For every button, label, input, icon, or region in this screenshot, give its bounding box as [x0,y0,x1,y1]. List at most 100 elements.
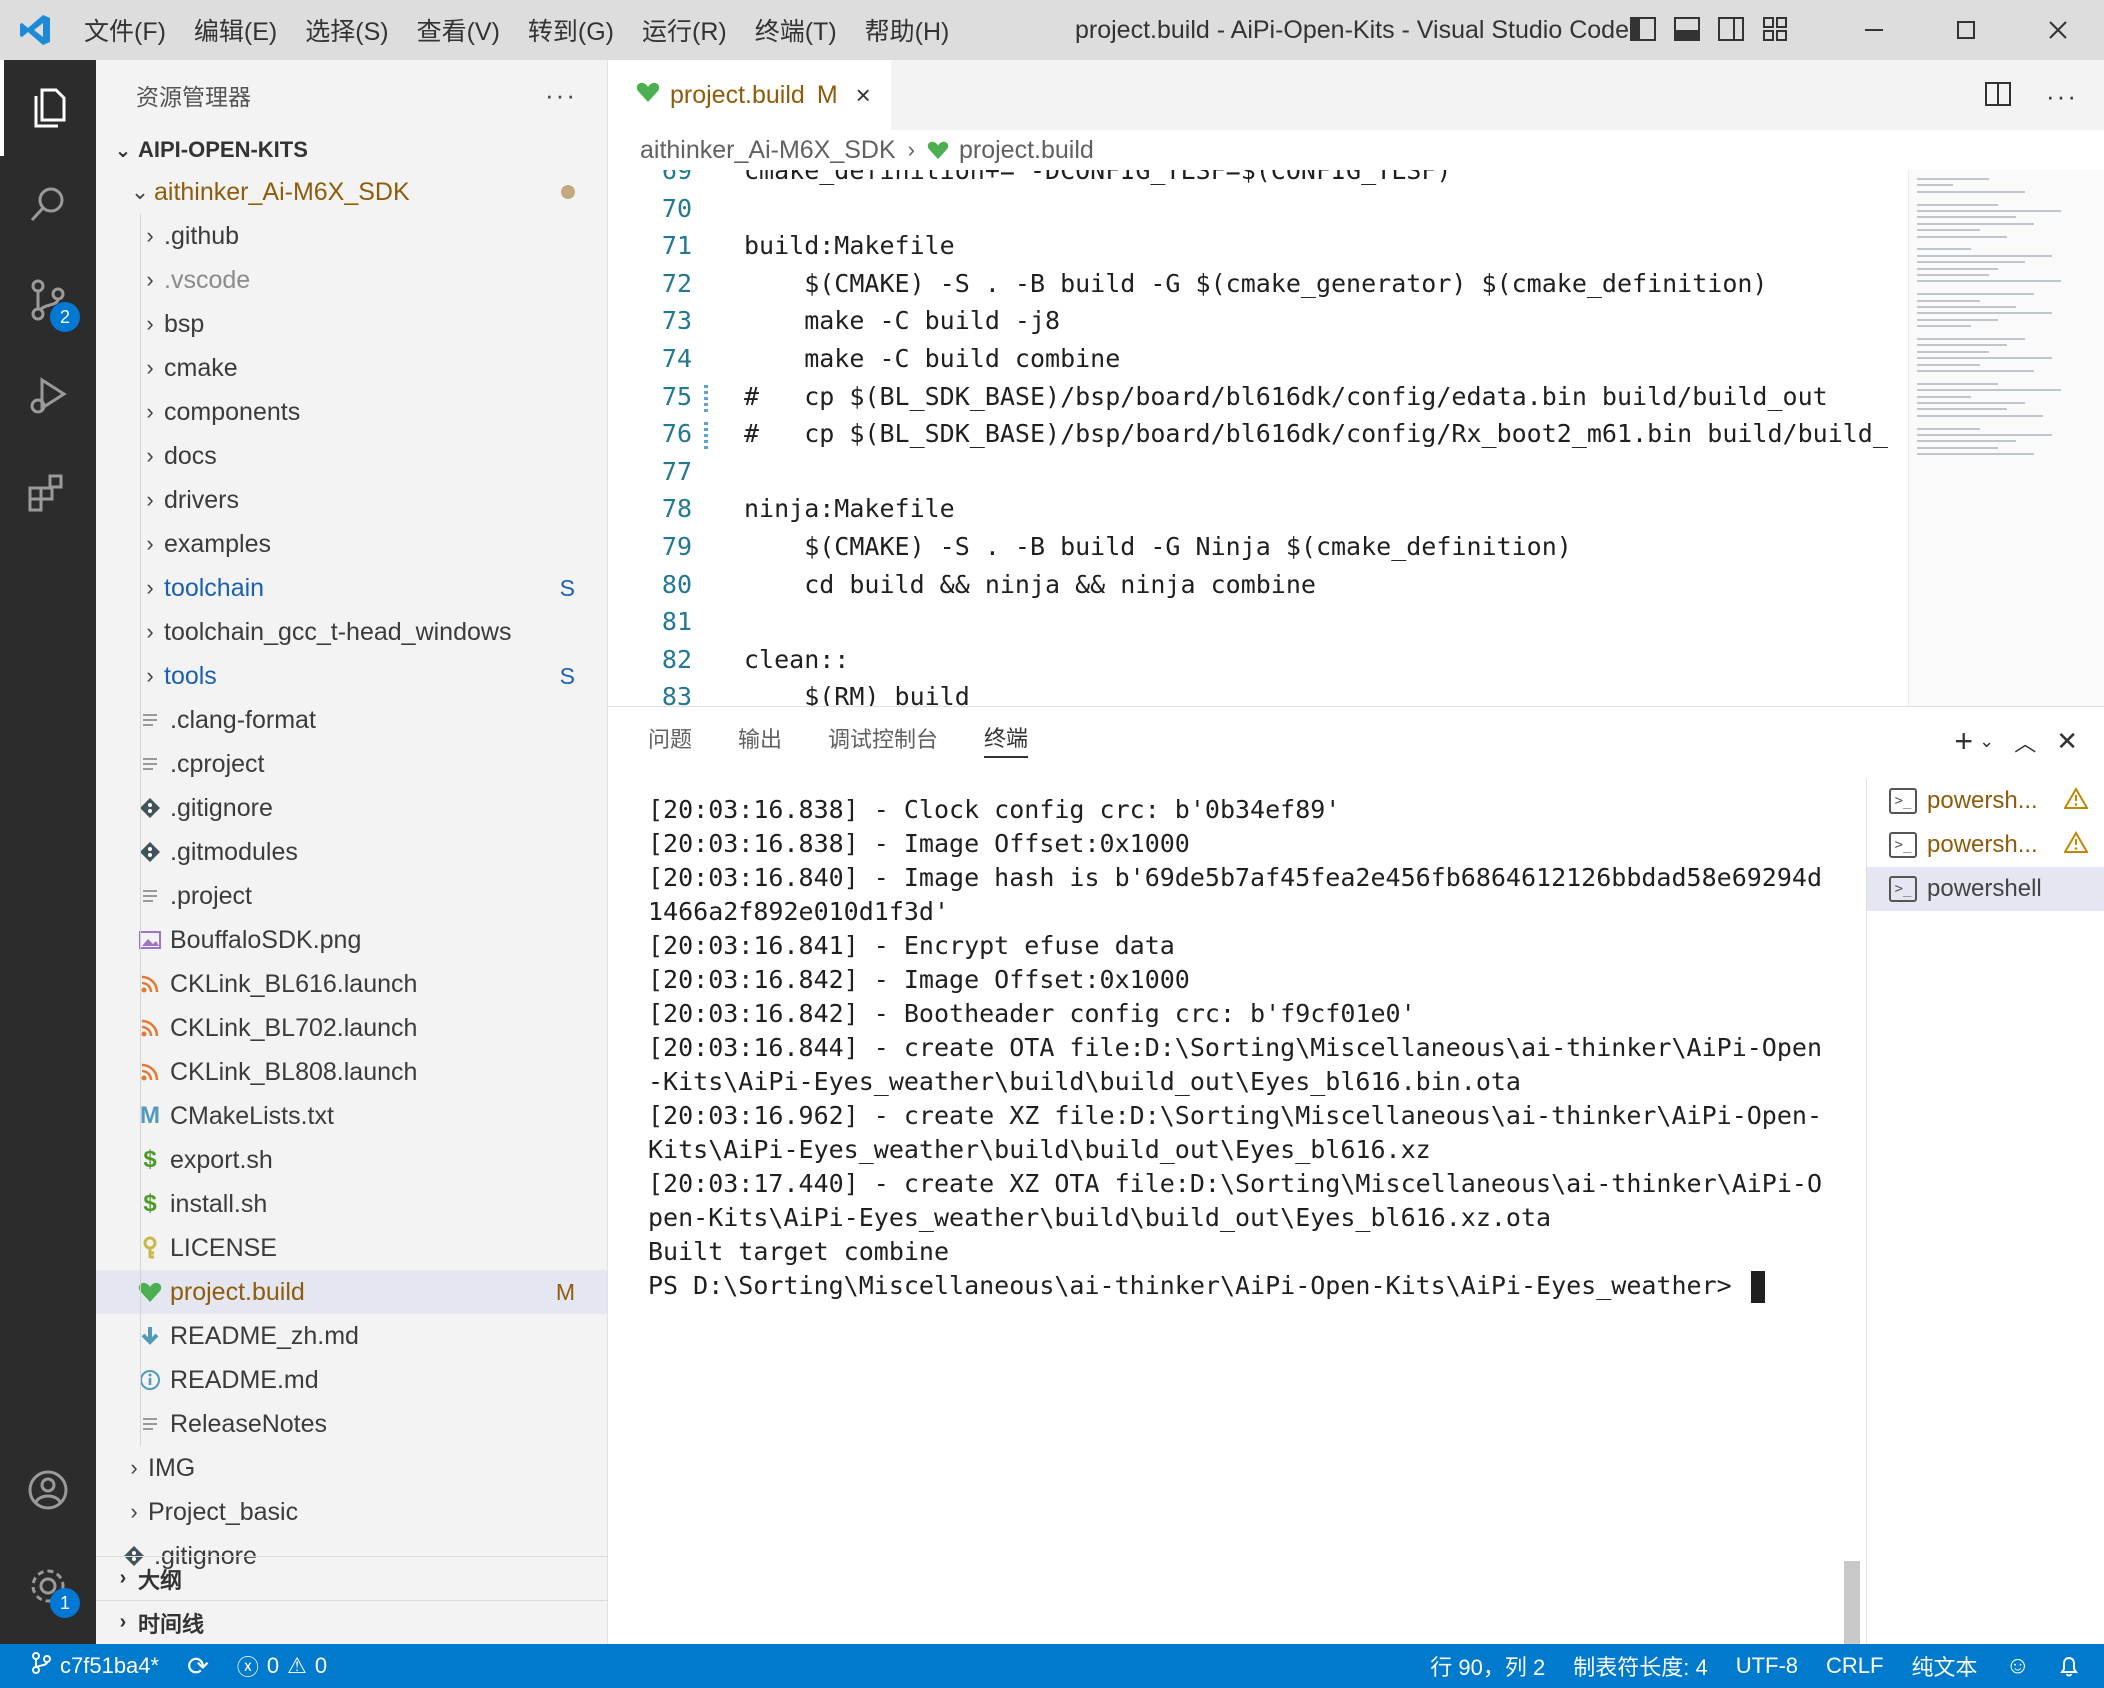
explorer-icon[interactable] [0,60,96,156]
tree-file[interactable]: $ install.sh [96,1182,607,1226]
tree-file[interactable]: $ export.sh [96,1138,607,1182]
tree-file[interactable]: CKLink_BL616.launch [96,962,607,1006]
language-mode-item[interactable]: 纯文本 [1897,1644,1991,1688]
workspace-root[interactable]: ⌄ AIPI-OPEN-KITS [96,130,607,170]
terminal-scrollbar[interactable] [1844,1561,1860,1645]
eol-item[interactable]: CRLF [1812,1644,1897,1688]
tree-file[interactable]: ReleaseNotes [96,1402,607,1446]
toggle-secondary-sidebar-icon[interactable] [1716,14,1746,44]
terminal-list: >_ powersh... >_ powersh... >_ powershell [1866,779,2104,1645]
menu-item-2[interactable]: 选择(S) [291,12,402,48]
tree-item-label: project.build [170,1277,305,1306]
tree-folder-sdk[interactable]: ⌄ aithinker_Ai-M6X_SDK [96,170,607,214]
tree-folder[interactable]: › toolchain S [96,566,607,610]
split-editor-icon[interactable] [1984,80,2012,113]
tree-folder[interactable]: › .github [96,214,607,258]
menu-item-3[interactable]: 查看(V) [403,12,514,48]
more-actions-button[interactable]: ··· [545,80,577,111]
encoding-item[interactable]: UTF-8 [1722,1644,1812,1688]
problems-item[interactable]: ⓧ 0 ⚠ 0 [223,1644,341,1688]
indent-guide [140,874,141,918]
tree-folder[interactable]: › drivers [96,478,607,522]
minimap-line [1917,350,1989,353]
toggle-primary-sidebar-icon[interactable] [1628,14,1658,44]
tree-folder[interactable]: › toolchain_gcc_t-head_windows [96,610,607,654]
terminal-instance[interactable]: >_ powershell [1867,867,2104,911]
menu-item-5[interactable]: 运行(R) [628,12,741,48]
tree-folder[interactable]: › cmake [96,346,607,390]
outline-section[interactable]: › 大纲 [96,1556,608,1600]
breadcrumb-folder[interactable]: aithinker_Ai-M6X_SDK [640,136,896,165]
tree-file[interactable]: README_zh.md [96,1314,607,1358]
tab-size-item[interactable]: 制表符长度: 4 [1559,1644,1721,1688]
minimap[interactable] [1908,170,2104,706]
manage-gear-icon[interactable]: 1 [0,1538,96,1634]
menu-item-7[interactable]: 帮助(H) [851,12,964,48]
terminal-line: [20:03:16.838] - Image Offset:0x1000 [648,829,1190,858]
tree-folder[interactable]: › docs [96,434,607,478]
tree-folder[interactable]: › components [96,390,607,434]
tree-file[interactable]: .cproject [96,742,607,786]
panel-tab-1[interactable]: 输出 [738,707,782,769]
customize-layout-icon[interactable] [1760,14,1790,44]
tree-folder[interactable]: › tools S [96,654,607,698]
tree-item-label: .gitignore [170,793,273,822]
tree-folder[interactable]: › .vscode [96,258,607,302]
terminal-instance[interactable]: >_ powersh... [1867,823,2104,867]
indent-guide [140,1182,141,1226]
more-actions-icon[interactable]: ··· [2046,81,2078,112]
menu-item-4[interactable]: 转到(G) [514,12,628,48]
source-control-icon[interactable]: 2 [0,252,96,348]
notifications-bell-icon[interactable] [2044,1644,2104,1688]
timeline-section[interactable]: › 时间线 [96,1600,608,1644]
minimap-line [1917,453,2034,456]
tree-folder[interactable]: › IMG [96,1446,607,1490]
panel-tab-0[interactable]: 问题 [648,707,692,769]
tree-folder[interactable]: › examples [96,522,607,566]
sync-button[interactable]: ⟳ [173,1644,223,1688]
tab-project-build[interactable]: project.build M × [608,60,891,130]
close-window-button[interactable] [2012,0,2104,60]
tree-file[interactable]: LICENSE [96,1226,607,1270]
tree-item-label: export.sh [170,1145,273,1174]
tree-file[interactable]: BouffaloSDK.png [96,918,607,962]
tree-file[interactable]: .project [96,874,607,918]
minimize-button[interactable] [1828,0,1920,60]
tree-file[interactable]: .clang-format [96,698,607,742]
menu-item-6[interactable]: 终端(T) [741,12,851,48]
terminal-output[interactable]: [20:03:16.838] - Clock config crc: b'0b3… [648,793,1968,1303]
panel-tab-2[interactable]: 调试控制台 [828,707,938,769]
line-number: 74 [661,344,692,373]
run-debug-icon[interactable] [0,348,96,444]
menu-item-1[interactable]: 编辑(E) [180,12,291,48]
close-panel-button[interactable]: ✕ [2056,726,2078,757]
tree-folder[interactable]: › bsp [96,302,607,346]
tree-folder[interactable]: › Project_basic [96,1490,607,1534]
indent-guide [140,566,141,610]
tree-file[interactable]: M CMakeLists.txt [96,1094,607,1138]
close-tab-button[interactable]: × [856,80,871,111]
tree-file[interactable]: .gitmodules [96,830,607,874]
indent-guide [140,962,141,1006]
tree-file[interactable]: CKLink_BL702.launch [96,1006,607,1050]
git-branch-item[interactable]: c7f51ba4* [0,1644,173,1688]
tree-file[interactable]: README.md [96,1358,607,1402]
new-terminal-button[interactable]: + [1954,723,1973,760]
menu-item-0[interactable]: 文件(F) [70,12,180,48]
tree-file[interactable]: CKLink_BL808.launch [96,1050,607,1094]
accounts-icon[interactable] [0,1442,96,1538]
maximize-button[interactable] [1920,0,2012,60]
code-editor[interactable]: 69 cmake_definition+= -DCONFIG_TLSF=$(CON… [608,170,1908,706]
chevron-down-icon[interactable]: ⌄ [1979,731,1994,752]
toggle-panel-icon[interactable] [1672,14,1702,44]
tree-file[interactable]: project.build M [96,1270,607,1314]
feedback-icon[interactable]: ☺ [1991,1644,2044,1688]
search-icon[interactable] [0,156,96,252]
terminal-instance[interactable]: >_ powersh... [1867,779,2104,823]
cursor-position-item[interactable]: 行 90，列 2 [1416,1644,1559,1688]
panel-tab-3[interactable]: 终端 [984,718,1029,758]
breadcrumb-file[interactable]: project.build [959,136,1094,165]
extensions-icon[interactable] [0,444,96,540]
tree-file[interactable]: .gitignore [96,786,607,830]
maximize-panel-button[interactable]: ︿ [2014,726,2036,758]
